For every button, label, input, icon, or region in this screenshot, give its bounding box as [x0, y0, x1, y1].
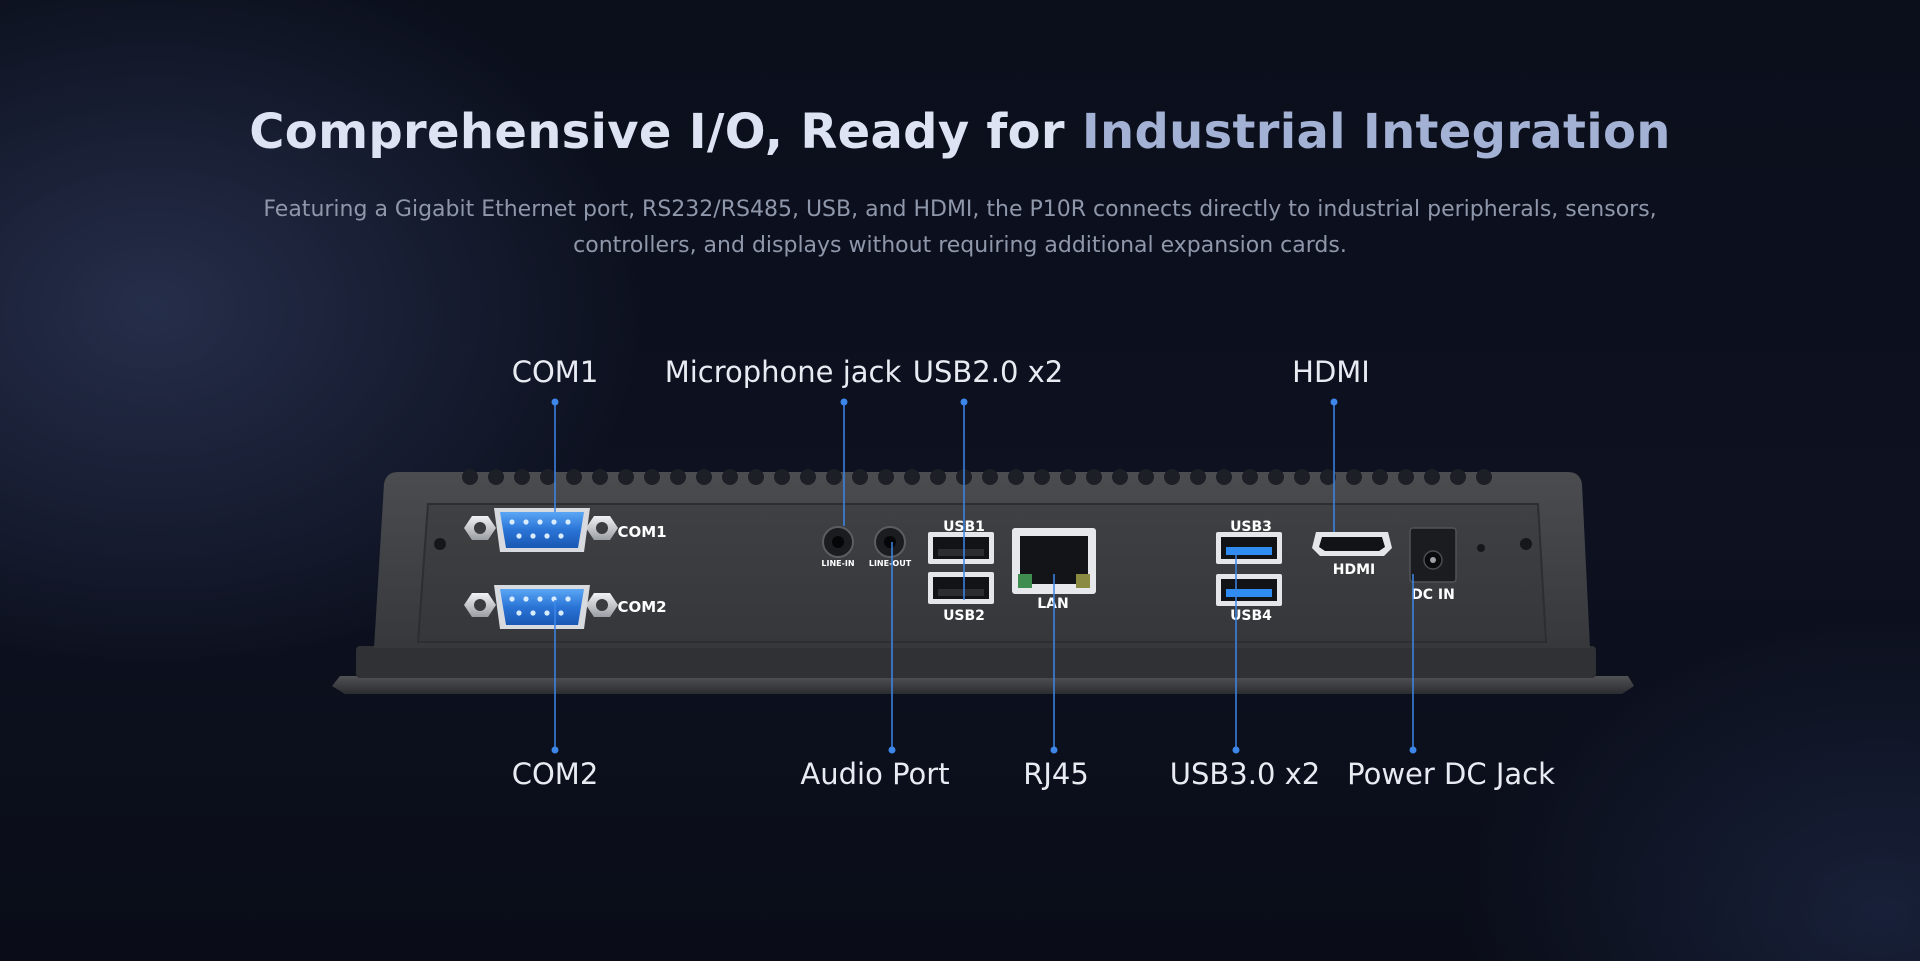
callout-microphone-jack: Microphone jack [664, 355, 902, 389]
callout-audio-port: Audio Port [800, 757, 950, 791]
line-out-jack [874, 526, 906, 558]
port-label-com1: COM1 [617, 523, 666, 541]
indicator-dot [1477, 544, 1485, 552]
port-label-com2: COM2 [617, 598, 666, 616]
usb3-port [1216, 532, 1282, 564]
port-label-hdmi: HDMI [1333, 562, 1375, 578]
port-label-dc-in: DC IN [1411, 587, 1455, 603]
callout-com2: COM2 [511, 757, 599, 791]
port-label-usb2: USB2 [943, 608, 985, 624]
callout-usb3: USB3.0 x2 [1169, 757, 1321, 791]
port-label-lan: LAN [1037, 596, 1068, 612]
usb2-port [928, 572, 994, 604]
callout-com1: COM1 [511, 355, 599, 389]
callout-usb2: USB2.0 x2 [912, 355, 1064, 389]
callout-hdmi: HDMI [1292, 355, 1370, 389]
callout-rj45: RJ45 [1023, 757, 1089, 791]
screw-hole-right [1520, 538, 1532, 550]
device-rear-panel: COM1 COM2 LINE-IN LINE-OUT USB1 USB2 LAN… [332, 398, 1634, 754]
callout-power-dc-jack: Power DC Jack [1347, 757, 1555, 791]
screw-hole-left [434, 538, 446, 550]
usb4-port [1216, 574, 1282, 606]
usb1-port [928, 532, 994, 564]
hdmi-port [1312, 532, 1392, 556]
io-diagram: COM1 COM2 LINE-IN LINE-OUT USB1 USB2 LAN… [0, 0, 1920, 961]
port-label-usb3: USB3 [1230, 519, 1272, 535]
device-flange [356, 646, 1596, 678]
port-label-line-in: LINE-IN [821, 559, 854, 568]
port-label-line-out: LINE-OUT [869, 559, 912, 568]
device-bezel [332, 676, 1634, 694]
line-in-jack [822, 526, 854, 558]
dc-in-jack [1409, 527, 1457, 583]
